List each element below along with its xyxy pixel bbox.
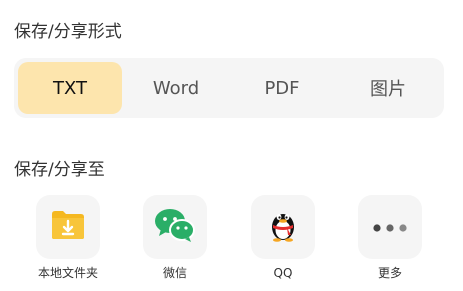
share-target-more[interactable]: 更多 bbox=[350, 195, 430, 281]
qq-penguin-icon bbox=[268, 207, 298, 247]
wechat-icon bbox=[154, 207, 196, 247]
format-option-pdf[interactable]: PDF bbox=[230, 62, 334, 114]
format-option-txt[interactable]: TXT bbox=[18, 62, 122, 114]
format-option-image[interactable]: 图片 bbox=[336, 62, 440, 114]
share-target-qq[interactable]: QQ bbox=[243, 195, 323, 281]
target-section-title: 保存/分享至 bbox=[14, 160, 105, 180]
format-option-word[interactable]: Word bbox=[124, 62, 228, 114]
share-target-local-folder[interactable]: 本地文件夹 bbox=[28, 195, 108, 281]
share-target-wechat[interactable]: 微信 bbox=[135, 195, 215, 281]
qq-label: QQ bbox=[273, 266, 293, 280]
wechat-label: 微信 bbox=[162, 266, 187, 280]
wechat-tile[interactable] bbox=[143, 195, 207, 259]
more-tile[interactable] bbox=[358, 195, 422, 259]
folder-download-icon bbox=[51, 210, 85, 244]
format-section-title: 保存/分享形式 bbox=[14, 22, 122, 42]
qq-tile[interactable] bbox=[251, 195, 315, 259]
local-folder-label: 本地文件夹 bbox=[37, 266, 98, 280]
local-folder-tile[interactable] bbox=[36, 195, 100, 259]
more-label: 更多 bbox=[377, 266, 402, 280]
format-selector: TXT Word PDF 图片 bbox=[14, 58, 444, 118]
more-dots-icon bbox=[372, 218, 408, 237]
